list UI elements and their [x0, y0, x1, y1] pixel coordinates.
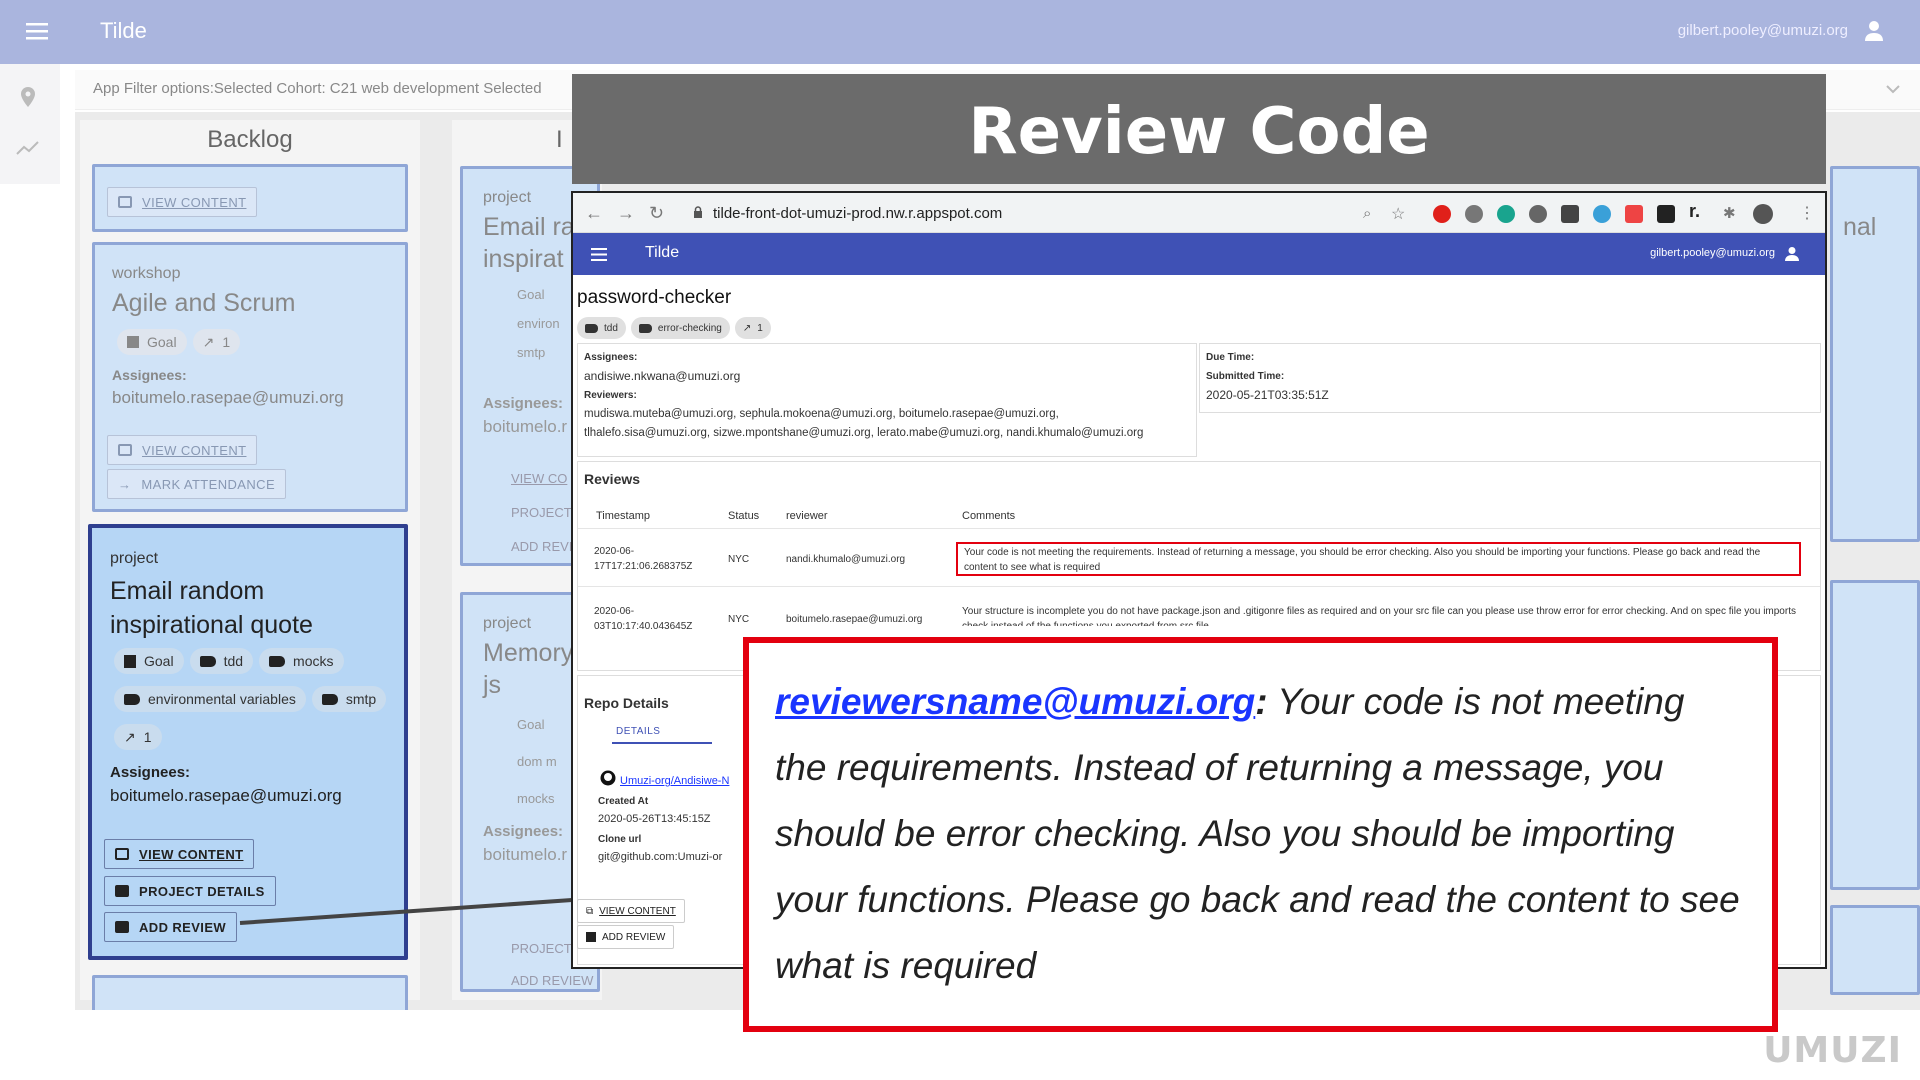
assignment-panel: Assignees: andisiwe.nkwana@umuzi.org Rev…	[577, 343, 1197, 457]
created-at: 2020-05-26T13:45:15Z	[598, 813, 711, 825]
review-code-banner: Review Code	[572, 74, 1826, 184]
browser-appbar: Tilde gilbert.pooley@umuzi.org	[573, 233, 1825, 275]
open-external-icon: ⧉	[586, 905, 594, 917]
profile-avatar[interactable]	[1753, 204, 1773, 224]
lock-icon	[694, 206, 702, 218]
comment-text: Your code is not meeting the requirement…	[775, 681, 1740, 986]
review-timestamp: 2020-06- 03T10:17:40.043645Z	[594, 606, 693, 632]
review-reviewer: boitumelo.rasepae@umuzi.org	[786, 614, 923, 625]
time-panel: Due Time: Submitted Time: 2020-05-21T03:…	[1199, 343, 1821, 413]
trending-icon: ↗	[742, 322, 752, 334]
umuzi-logo: UMUZI	[1763, 1030, 1902, 1071]
review-status: NYC	[728, 614, 750, 625]
submitted-time: 2020-05-21T03:35:51Z	[1206, 388, 1329, 402]
count-chip: ↗ 1	[734, 317, 771, 339]
extension-icon[interactable]	[1657, 205, 1675, 223]
pocket-extension-icon[interactable]	[1465, 205, 1483, 223]
app-title: Tilde	[645, 244, 680, 261]
project-title: password-checker	[577, 287, 732, 308]
reviewers: tlhalefo.sisa@umuzi.org, sizwe.mpontshan…	[584, 427, 1144, 439]
user-icon[interactable]	[1785, 246, 1799, 262]
review-status: NYC	[728, 554, 750, 565]
drive-extension-icon[interactable]	[1529, 205, 1547, 223]
extension-icon[interactable]	[1625, 205, 1643, 223]
bookmark-star-icon[interactable]: ☆	[1391, 204, 1405, 224]
search-icon[interactable]: ⌕	[1363, 205, 1371, 222]
review-icon	[586, 932, 596, 942]
review-comment-highlighted: Your code is not meeting the requirement…	[956, 542, 1801, 576]
reviewer-email-link[interactable]: reviewersname@umuzi.org	[775, 681, 1255, 722]
address-bar[interactable]: tilde-front-dot-umuzi-prod.nw.r.appspot.…	[713, 205, 1002, 222]
tab-details[interactable]: DETAILS	[612, 722, 712, 744]
forward-icon[interactable]: →	[617, 203, 635, 224]
repo-title: Repo Details	[584, 695, 669, 711]
tag-icon	[638, 323, 652, 333]
add-review-button[interactable]: ADD REVIEW	[577, 925, 675, 949]
tag-icon	[585, 323, 598, 333]
repo-link[interactable]: Umuzi-org/Andisiwe-N	[620, 772, 729, 791]
tag-chips: tdd error-checking ↗ 1	[577, 317, 776, 339]
user-email: gilbert.pooley@umuzi.org	[1650, 247, 1775, 259]
extension-icon[interactable]	[1497, 205, 1515, 223]
reviews-title: Reviews	[584, 471, 641, 487]
browser-toolbar: ← → ↻ tilde-front-dot-umuzi-prod.nw.r.ap…	[573, 193, 1825, 233]
tag-chip: error-checking	[630, 317, 730, 339]
clone-url: git@github.com:Umuzi-or	[598, 851, 723, 863]
puzzle-extensions-icon[interactable]: ✱	[1723, 204, 1736, 222]
more-vert-icon[interactable]: ⋮	[1799, 203, 1815, 223]
review-timestamp: 2020-06- 17T17:21:06.268375Z	[594, 546, 693, 572]
review-comment: Your structure is incomplete you do not …	[962, 606, 1796, 626]
review-comment-callout: reviewersname@umuzi.org: Your code is no…	[743, 637, 1778, 1032]
reload-icon[interactable]: ↻	[649, 203, 664, 224]
tag-chip: tdd	[577, 317, 626, 339]
opera-extension-icon[interactable]	[1433, 205, 1451, 223]
menu-icon[interactable]	[591, 248, 607, 261]
reviewers: mudiswa.muteba@umuzi.org, sephula.mokoen…	[584, 408, 1059, 420]
assignee: andisiwe.nkwana@umuzi.org	[584, 369, 741, 383]
back-icon[interactable]: ←	[585, 203, 603, 224]
extension-icon[interactable]	[1593, 205, 1611, 223]
review-reviewer: nandi.khumalo@umuzi.org	[786, 554, 906, 565]
extension-icon[interactable]	[1561, 205, 1579, 223]
r-extension-icon[interactable]: r.	[1689, 201, 1700, 222]
github-icon	[600, 770, 616, 786]
callout-text: reviewersname@umuzi.org: Your code is no…	[775, 681, 1740, 986]
view-content-button[interactable]: ⧉ VIEW CONTENT	[577, 899, 685, 923]
